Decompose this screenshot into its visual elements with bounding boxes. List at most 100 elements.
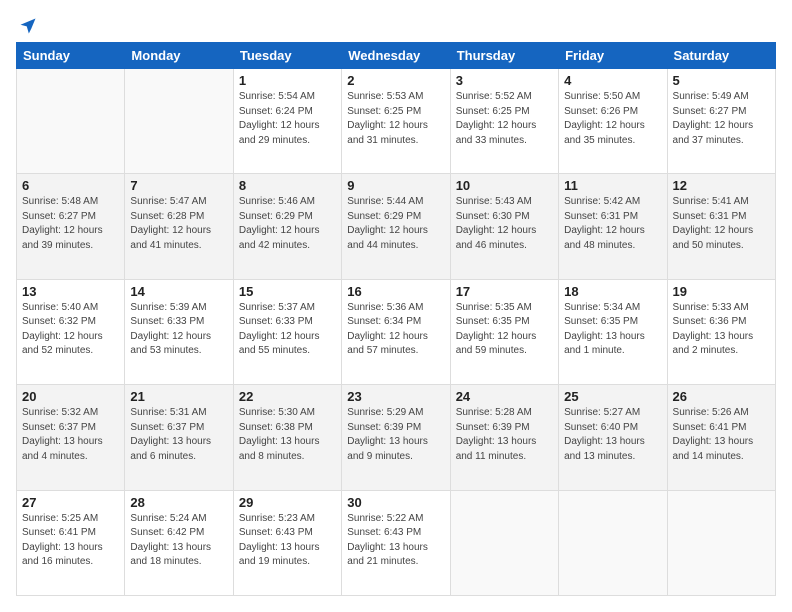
day-number: 10: [456, 178, 553, 193]
day-info: Sunrise: 5:31 AM Sunset: 6:37 PM Dayligh…: [130, 406, 227, 464]
day-info: Sunrise: 5:22 AM Sunset: 6:43 PM Dayligh…: [347, 512, 444, 570]
day-info: Sunrise: 5:24 AM Sunset: 6:42 PM Dayligh…: [130, 512, 227, 570]
calendar-cell: 28 Sunrise: 5:24 AM Sunset: 6:42 PM Dayli…: [125, 490, 233, 595]
day-number: 1: [239, 73, 336, 88]
day-number: 19: [673, 284, 770, 299]
calendar-cell: 19 Sunrise: 5:33 AM Sunset: 6:36 PM Dayli…: [667, 279, 775, 384]
calendar-cell: [125, 69, 233, 174]
logo: [16, 16, 38, 32]
day-info: Sunrise: 5:50 AM Sunset: 6:26 PM Dayligh…: [564, 90, 661, 148]
calendar-cell: 16 Sunrise: 5:36 AM Sunset: 6:34 PM Dayli…: [342, 279, 450, 384]
day-info: Sunrise: 5:26 AM Sunset: 6:41 PM Dayligh…: [673, 406, 770, 464]
day-info: Sunrise: 5:42 AM Sunset: 6:31 PM Dayligh…: [564, 195, 661, 253]
day-number: 20: [22, 389, 119, 404]
calendar-cell: 27 Sunrise: 5:25 AM Sunset: 6:41 PM Dayli…: [17, 490, 125, 595]
calendar-cell: [17, 69, 125, 174]
day-number: 29: [239, 495, 336, 510]
day-number: 9: [347, 178, 444, 193]
weekday-header: Sunday: [17, 43, 125, 69]
calendar-cell: 14 Sunrise: 5:39 AM Sunset: 6:33 PM Dayli…: [125, 279, 233, 384]
calendar-cell: 12Sunrise: 5:41 AM Sunset: 6:31 PM Dayli…: [667, 174, 775, 279]
day-info: Sunrise: 5:35 AM Sunset: 6:35 PM Dayligh…: [456, 301, 553, 359]
weekday-header: Thursday: [450, 43, 558, 69]
calendar-cell: 10 Sunrise: 5:43 AM Sunset: 6:30 PM Dayli…: [450, 174, 558, 279]
day-number: 11: [564, 178, 661, 193]
day-info: Sunrise: 5:48 AM Sunset: 6:27 PM Dayligh…: [22, 195, 119, 253]
calendar-cell: 15 Sunrise: 5:37 AM Sunset: 6:33 PM Dayli…: [233, 279, 341, 384]
calendar-body: 1Sunrise: 5:54 AM Sunset: 6:24 PM Daylig…: [17, 69, 776, 596]
weekday-header: Wednesday: [342, 43, 450, 69]
day-info: Sunrise: 5:23 AM Sunset: 6:43 PM Dayligh…: [239, 512, 336, 570]
day-info: Sunrise: 5:40 AM Sunset: 6:32 PM Dayligh…: [22, 301, 119, 359]
header: [16, 16, 776, 32]
day-number: 16: [347, 284, 444, 299]
calendar-row: 27 Sunrise: 5:25 AM Sunset: 6:41 PM Dayli…: [17, 490, 776, 595]
calendar-cell: 23 Sunrise: 5:29 AM Sunset: 6:39 PM Dayli…: [342, 385, 450, 490]
calendar-cell: 8 Sunrise: 5:46 AM Sunset: 6:29 PM Daylig…: [233, 174, 341, 279]
day-number: 17: [456, 284, 553, 299]
day-info: Sunrise: 5:27 AM Sunset: 6:40 PM Dayligh…: [564, 406, 661, 464]
calendar-cell: 20 Sunrise: 5:32 AM Sunset: 6:37 PM Dayli…: [17, 385, 125, 490]
day-info: Sunrise: 5:36 AM Sunset: 6:34 PM Dayligh…: [347, 301, 444, 359]
day-info: Sunrise: 5:43 AM Sunset: 6:30 PM Dayligh…: [456, 195, 553, 253]
day-number: 25: [564, 389, 661, 404]
day-info: Sunrise: 5:46 AM Sunset: 6:29 PM Dayligh…: [239, 195, 336, 253]
day-info: Sunrise: 5:41 AM Sunset: 6:31 PM Dayligh…: [673, 195, 770, 253]
day-info: Sunrise: 5:37 AM Sunset: 6:33 PM Dayligh…: [239, 301, 336, 359]
calendar-cell: 4Sunrise: 5:50 AM Sunset: 6:26 PM Daylig…: [559, 69, 667, 174]
day-number: 14: [130, 284, 227, 299]
page: SundayMondayTuesdayWednesdayThursdayFrid…: [0, 0, 792, 612]
calendar-cell: 1Sunrise: 5:54 AM Sunset: 6:24 PM Daylig…: [233, 69, 341, 174]
day-info: Sunrise: 5:47 AM Sunset: 6:28 PM Dayligh…: [130, 195, 227, 253]
day-number: 27: [22, 495, 119, 510]
calendar-cell: 13 Sunrise: 5:40 AM Sunset: 6:32 PM Dayli…: [17, 279, 125, 384]
day-number: 6: [22, 178, 119, 193]
calendar-cell: [559, 490, 667, 595]
calendar-cell: 9 Sunrise: 5:44 AM Sunset: 6:29 PM Daylig…: [342, 174, 450, 279]
day-number: 15: [239, 284, 336, 299]
day-info: Sunrise: 5:25 AM Sunset: 6:41 PM Dayligh…: [22, 512, 119, 570]
day-number: 13: [22, 284, 119, 299]
weekday-header: Tuesday: [233, 43, 341, 69]
calendar-cell: 30 Sunrise: 5:22 AM Sunset: 6:43 PM Dayli…: [342, 490, 450, 595]
day-number: 8: [239, 178, 336, 193]
day-info: Sunrise: 5:30 AM Sunset: 6:38 PM Dayligh…: [239, 406, 336, 464]
calendar-row: 13 Sunrise: 5:40 AM Sunset: 6:32 PM Dayli…: [17, 279, 776, 384]
weekday-header: Monday: [125, 43, 233, 69]
day-info: Sunrise: 5:34 AM Sunset: 6:35 PM Dayligh…: [564, 301, 661, 359]
day-info: Sunrise: 5:33 AM Sunset: 6:36 PM Dayligh…: [673, 301, 770, 359]
calendar-cell: [667, 490, 775, 595]
calendar-row: 20 Sunrise: 5:32 AM Sunset: 6:37 PM Dayli…: [17, 385, 776, 490]
weekday-header: Saturday: [667, 43, 775, 69]
day-number: 30: [347, 495, 444, 510]
calendar-cell: [450, 490, 558, 595]
day-number: 28: [130, 495, 227, 510]
calendar-cell: 5 Sunrise: 5:49 AM Sunset: 6:27 PM Daylig…: [667, 69, 775, 174]
calendar-cell: 29 Sunrise: 5:23 AM Sunset: 6:43 PM Dayli…: [233, 490, 341, 595]
calendar-cell: 25 Sunrise: 5:27 AM Sunset: 6:40 PM Dayli…: [559, 385, 667, 490]
day-number: 5: [673, 73, 770, 88]
day-info: Sunrise: 5:53 AM Sunset: 6:25 PM Dayligh…: [347, 90, 444, 148]
day-number: 18: [564, 284, 661, 299]
calendar-table: SundayMondayTuesdayWednesdayThursdayFrid…: [16, 42, 776, 596]
calendar-cell: 6 Sunrise: 5:48 AM Sunset: 6:27 PM Daylig…: [17, 174, 125, 279]
day-number: 2: [347, 73, 444, 88]
day-info: Sunrise: 5:32 AM Sunset: 6:37 PM Dayligh…: [22, 406, 119, 464]
calendar-cell: 24 Sunrise: 5:28 AM Sunset: 6:39 PM Dayli…: [450, 385, 558, 490]
calendar-cell: 3Sunrise: 5:52 AM Sunset: 6:25 PM Daylig…: [450, 69, 558, 174]
day-number: 7: [130, 178, 227, 193]
day-number: 22: [239, 389, 336, 404]
day-info: Sunrise: 5:39 AM Sunset: 6:33 PM Dayligh…: [130, 301, 227, 359]
day-info: Sunrise: 5:28 AM Sunset: 6:39 PM Dayligh…: [456, 406, 553, 464]
calendar-cell: 17 Sunrise: 5:35 AM Sunset: 6:35 PM Dayli…: [450, 279, 558, 384]
calendar-cell: 7 Sunrise: 5:47 AM Sunset: 6:28 PM Daylig…: [125, 174, 233, 279]
day-info: Sunrise: 5:44 AM Sunset: 6:29 PM Dayligh…: [347, 195, 444, 253]
day-number: 23: [347, 389, 444, 404]
calendar-cell: 11 Sunrise: 5:42 AM Sunset: 6:31 PM Dayli…: [559, 174, 667, 279]
day-number: 24: [456, 389, 553, 404]
calendar-cell: 22 Sunrise: 5:30 AM Sunset: 6:38 PM Dayli…: [233, 385, 341, 490]
calendar-row: 6 Sunrise: 5:48 AM Sunset: 6:27 PM Daylig…: [17, 174, 776, 279]
calendar-row: 1Sunrise: 5:54 AM Sunset: 6:24 PM Daylig…: [17, 69, 776, 174]
day-info: Sunrise: 5:49 AM Sunset: 6:27 PM Dayligh…: [673, 90, 770, 148]
day-info: Sunrise: 5:29 AM Sunset: 6:39 PM Dayligh…: [347, 406, 444, 464]
